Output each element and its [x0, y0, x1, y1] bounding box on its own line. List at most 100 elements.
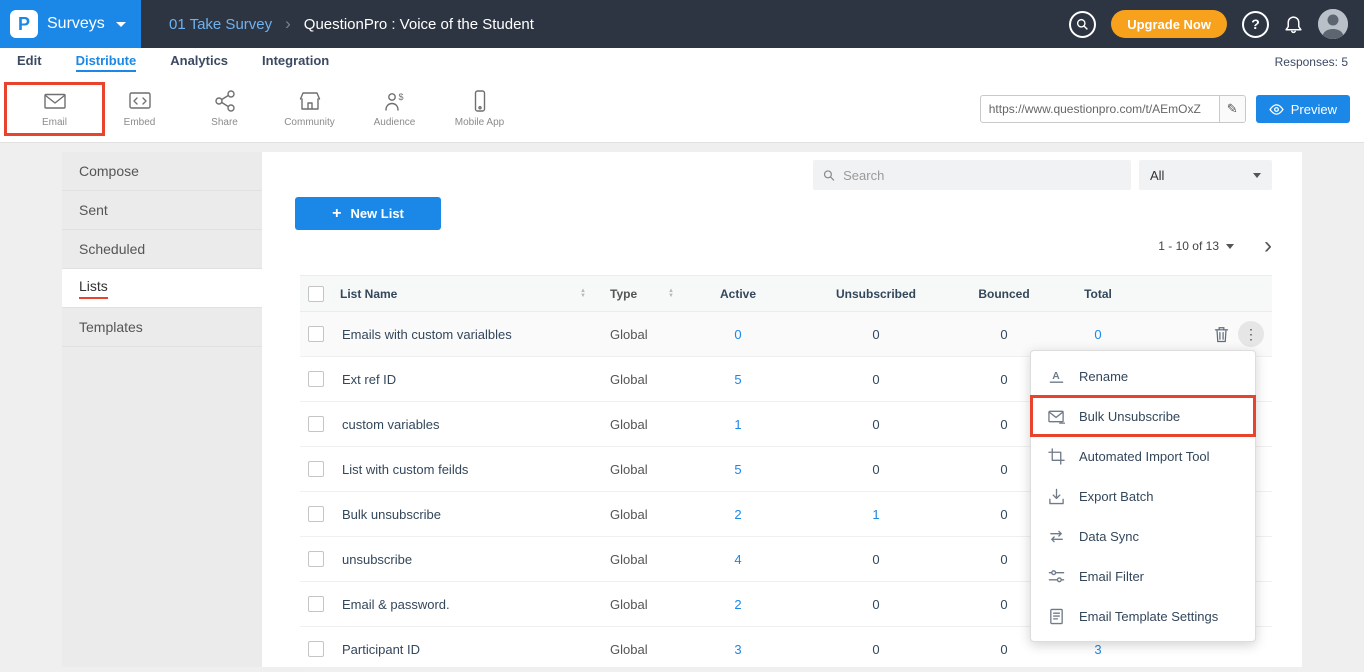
unsubscribed-count[interactable]: 0 [788, 582, 964, 627]
notifications-bell-icon[interactable] [1284, 15, 1303, 34]
active-count-link[interactable]: 5 [688, 447, 788, 492]
tab[interactable]: Edit [17, 53, 42, 72]
pagination-range-dropdown[interactable]: 1 - 10 of 13 [1158, 239, 1234, 253]
list-name-link[interactable]: Participant ID [340, 627, 600, 672]
column-header-active: Active [688, 276, 788, 312]
row-checkbox[interactable] [308, 641, 324, 657]
list-type: Global [600, 447, 688, 492]
preview-button[interactable]: Preview [1256, 95, 1350, 123]
menu-item-data-sync[interactable]: Data Sync [1031, 516, 1255, 556]
toolbar-item-embed[interactable]: Embed [97, 90, 182, 128]
active-count-link[interactable]: 2 [688, 582, 788, 627]
column-header-bounced: Bounced [964, 276, 1044, 312]
sidebar-item[interactable]: Compose [62, 152, 262, 191]
breadcrumb-survey-title: QuestionPro : Voice of the Student [304, 16, 534, 33]
list-name-link[interactable]: custom variables [340, 402, 600, 447]
active-count-link[interactable]: 3 [688, 627, 788, 672]
survey-url-field[interactable]: https://www.questionpro.com/t/AEmOxZ ✎ [980, 95, 1246, 123]
menu-item-rename[interactable]: A Rename [1031, 356, 1255, 396]
edit-url-icon[interactable]: ✎ [1219, 96, 1245, 122]
breadcrumb-survey-link[interactable]: 01 Take Survey [169, 16, 272, 33]
email-template-settings-icon [1048, 608, 1065, 625]
active-count-link[interactable]: 1 [688, 402, 788, 447]
sidebar-item[interactable]: Lists [62, 269, 262, 308]
new-list-button[interactable]: + New List [295, 197, 441, 230]
toolbar-item-share[interactable]: Share [182, 90, 267, 128]
list-filter-dropdown[interactable]: All [1139, 160, 1272, 190]
pagination: 1 - 10 of 13 › [1158, 236, 1272, 256]
upgrade-now-button[interactable]: Upgrade Now [1111, 10, 1227, 38]
pagination-range: 1 - 10 of 13 [1158, 239, 1219, 253]
top-bar: P Surveys 01 Take Survey › QuestionPro :… [0, 0, 1364, 48]
search-icon[interactable] [1069, 11, 1096, 38]
list-type: Global [600, 627, 688, 672]
menu-item-email-template-settings[interactable]: Email Template Settings [1031, 596, 1255, 636]
toolbar-item-email[interactable]: Email [12, 90, 97, 128]
list-name-link[interactable]: List with custom feilds [340, 447, 600, 492]
row-checkbox[interactable] [308, 596, 324, 612]
toolbar-item-audience[interactable]: $ Audience [352, 90, 437, 128]
row-checkbox[interactable] [308, 371, 324, 387]
tab[interactable]: Integration [262, 53, 329, 72]
row-checkbox[interactable] [308, 326, 324, 342]
search-input[interactable] [843, 168, 1121, 183]
list-name-link[interactable]: Emails with custom varialbles [340, 312, 600, 357]
list-type: Global [600, 492, 688, 537]
user-avatar[interactable] [1318, 9, 1348, 39]
audience-icon: $ [384, 90, 406, 112]
list-name-link[interactable]: Email & password. [340, 582, 600, 627]
unsubscribed-count[interactable]: 1 [788, 492, 964, 537]
list-name-link[interactable]: Ext ref ID [340, 357, 600, 402]
column-header-unsubscribed: Unsubscribed [788, 276, 964, 312]
unsubscribed-count[interactable]: 0 [788, 402, 964, 447]
unsubscribed-count[interactable]: 0 [788, 357, 964, 402]
unsubscribed-count[interactable]: 0 [788, 537, 964, 582]
row-checkbox[interactable] [308, 416, 324, 432]
breadcrumb-separator-icon: › [285, 14, 291, 34]
svg-text:A: A [1052, 370, 1060, 381]
row-checkbox[interactable] [308, 461, 324, 477]
survey-url-value[interactable]: https://www.questionpro.com/t/AEmOxZ [981, 102, 1219, 116]
active-count-link[interactable]: 0 [688, 312, 788, 357]
tab[interactable]: Distribute [76, 53, 137, 72]
unsubscribed-count[interactable]: 0 [788, 627, 964, 672]
menu-item-export-batch[interactable]: Export Batch [1031, 476, 1255, 516]
next-page-icon[interactable]: › [1264, 236, 1272, 256]
row-checkbox[interactable] [308, 551, 324, 567]
toolbar-item-mobile-app[interactable]: Mobile App [437, 90, 522, 128]
row-checkbox[interactable] [308, 506, 324, 522]
delete-icon[interactable] [1214, 326, 1229, 343]
list-name-link[interactable]: Bulk unsubscribe [340, 492, 600, 537]
toolbar-item-community[interactable]: Community [267, 90, 352, 128]
automated-import-icon [1048, 448, 1065, 465]
active-count-link[interactable]: 5 [688, 357, 788, 402]
chevron-down-icon [1226, 244, 1234, 249]
sidebar-item[interactable]: Templates [62, 308, 262, 347]
select-all-checkbox[interactable] [308, 286, 324, 302]
menu-item-email-filter[interactable]: Email Filter [1031, 556, 1255, 596]
table-header-row: List Name ▲▼ Type ▲▼ Active Unsubscribed [300, 276, 1272, 312]
menu-item-automated-import-tool[interactable]: Automated Import Tool [1031, 436, 1255, 476]
column-header-list-name[interactable]: List Name ▲▼ [340, 276, 600, 312]
sidebar-item[interactable]: Scheduled [62, 230, 262, 269]
list-name-link[interactable]: unsubscribe [340, 537, 600, 582]
unsubscribed-count[interactable]: 0 [788, 312, 964, 357]
tab[interactable]: Analytics [170, 53, 228, 72]
sidebar-item[interactable]: Sent [62, 191, 262, 230]
column-header-actions [1152, 276, 1272, 312]
active-count-link[interactable]: 2 [688, 492, 788, 537]
questionpro-logo[interactable]: P [10, 10, 38, 38]
menu-item-bulk-unsubscribe[interactable]: Bulk Unsubscribe [1031, 396, 1255, 436]
row-actions: ⋮ [1152, 321, 1264, 347]
more-options-icon[interactable]: ⋮ [1238, 321, 1264, 347]
sort-icon[interactable]: ▲▼ [668, 289, 674, 299]
active-count-link[interactable]: 4 [688, 537, 788, 582]
plus-icon: + [332, 205, 341, 223]
list-search[interactable] [813, 160, 1131, 190]
breadcrumb: 01 Take Survey › QuestionPro : Voice of … [169, 14, 534, 34]
help-icon[interactable]: ? [1242, 11, 1269, 38]
unsubscribed-count[interactable]: 0 [788, 447, 964, 492]
column-header-type[interactable]: Type ▲▼ [600, 276, 688, 312]
sort-icon[interactable]: ▲▼ [580, 289, 586, 299]
surveys-product-switcher[interactable]: P Surveys [0, 0, 141, 48]
